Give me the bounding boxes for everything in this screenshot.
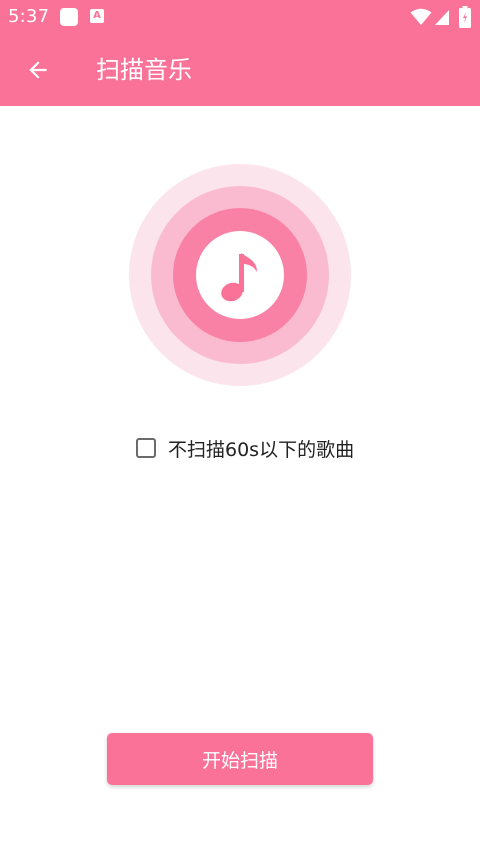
status-bar: 5:37 A	[0, 0, 480, 34]
page-title: 扫描音乐	[96, 56, 192, 84]
skip-short-songs-label: 不扫描60s以下的歌曲	[168, 438, 355, 461]
app-bar: 扫描音乐	[0, 34, 480, 106]
back-button[interactable]	[16, 48, 60, 92]
start-scan-button[interactable]: 开始扫描	[107, 733, 373, 785]
wifi-icon	[410, 8, 432, 25]
signal-icon	[435, 10, 449, 25]
skip-short-songs-option[interactable]: 不扫描60s以下的歌曲	[136, 434, 354, 462]
status-time: 5:37	[8, 6, 50, 27]
skip-short-songs-checkbox[interactable]	[136, 438, 156, 458]
scan-illustration	[129, 164, 351, 386]
arrow-left-icon	[29, 61, 47, 79]
battery-icon	[459, 6, 471, 28]
rounded-square-icon	[60, 8, 78, 26]
a-icon: A	[90, 9, 104, 23]
